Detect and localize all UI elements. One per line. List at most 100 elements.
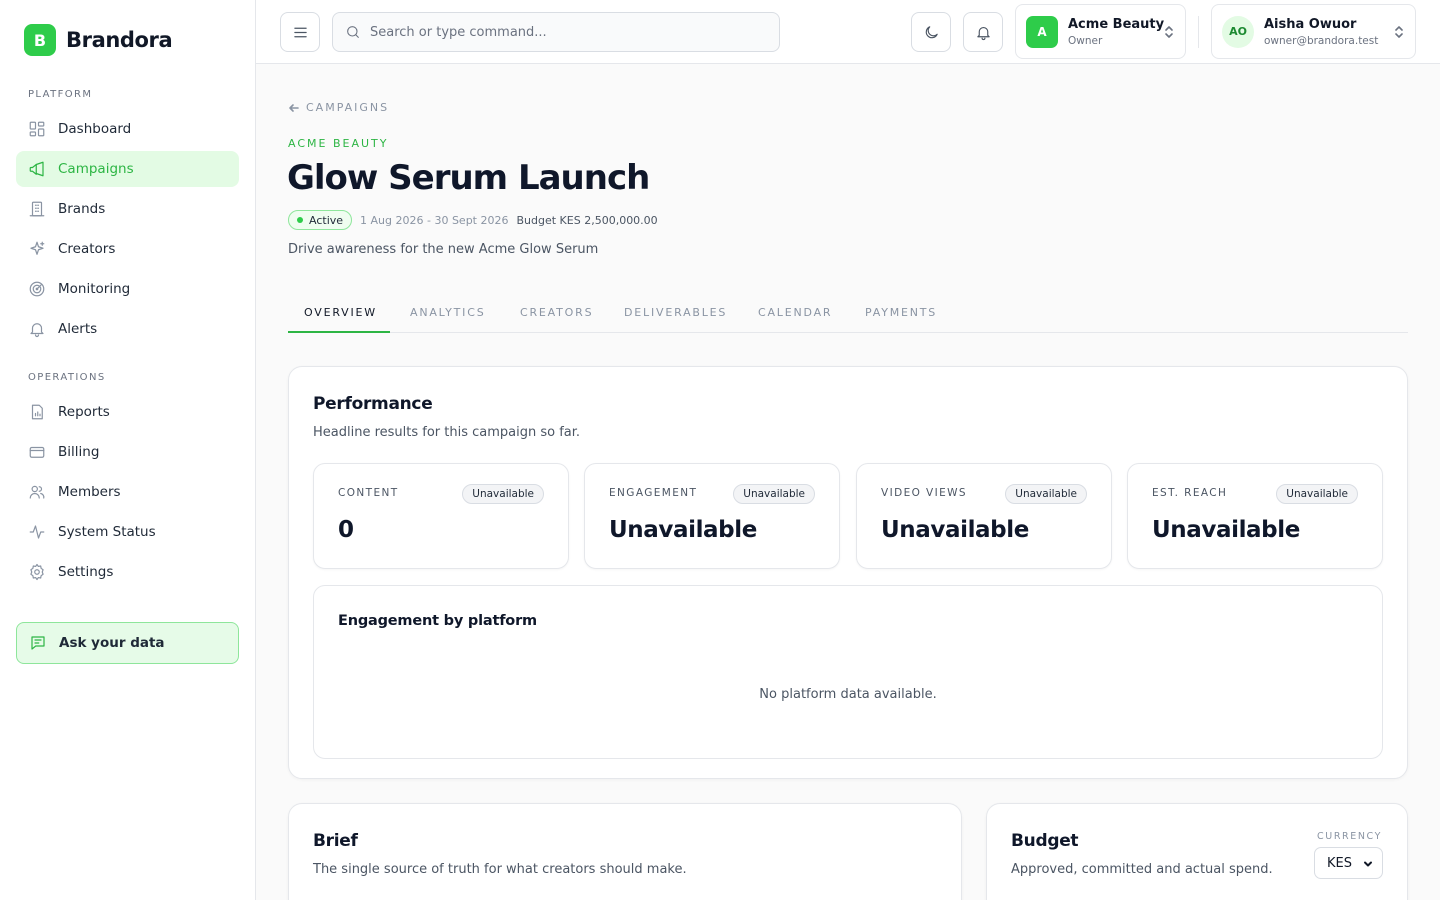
moon-icon <box>925 25 938 38</box>
stat-value: Unavailable <box>881 517 1029 543</box>
brief-subtitle: The single source of truth for what crea… <box>313 862 687 877</box>
back-to-campaigns-link[interactable]: CAMPAIGNS <box>288 101 389 114</box>
performance-title: Performance <box>313 394 433 414</box>
user-avatar: AO <box>1222 15 1254 48</box>
tab-deliverables[interactable]: DELIVERABLES <box>624 296 727 333</box>
stat-value: Unavailable <box>1152 517 1300 543</box>
sidebar-item-label: Billing <box>58 444 100 460</box>
stat-badge: Unavailable <box>1005 484 1087 504</box>
sidebar-item-brands[interactable]: Brands <box>16 191 239 227</box>
back-label: CAMPAIGNS <box>306 101 390 114</box>
megaphone-icon <box>29 161 44 177</box>
workspace-switcher[interactable]: A Acme Beauty Owner <box>1015 4 1186 59</box>
sidebar-item-campaigns[interactable]: Campaigns <box>16 151 239 187</box>
sidebar-item-members[interactable]: Members <box>16 474 239 510</box>
nav-section-platform: PLATFORM <box>28 89 93 100</box>
brief-title: Brief <box>313 831 358 851</box>
topbar-divider <box>1198 16 1199 48</box>
currency-label: CURRENCY <box>1317 831 1382 842</box>
campaign-brand: ACME BEAUTY <box>288 137 389 150</box>
status-dot <box>297 217 303 223</box>
campaign-tabs: OVERVIEW ANALYTICS CREATORS DELIVERABLES… <box>288 296 1408 333</box>
search-bar[interactable] <box>332 12 780 52</box>
ask-your-data-button[interactable]: Ask your data <box>16 622 239 664</box>
bell-icon <box>30 323 44 338</box>
user-name: Aisha Owuor <box>1264 16 1357 32</box>
platform-title: Engagement by platform <box>338 613 537 629</box>
sidebar-item-label: Dashboard <box>58 121 132 137</box>
sidebar: B Brandora PLATFORM Dashboard Campaigns … <box>0 0 256 900</box>
dashboard-icon <box>29 121 45 137</box>
stat-value: Unavailable <box>609 517 757 543</box>
search-input[interactable] <box>370 24 750 40</box>
brand-logo[interactable]: B Brandora <box>24 24 173 56</box>
chevron-up-down-icon <box>1165 26 1173 38</box>
page-title: Glow Serum Launch <box>287 158 650 198</box>
app-name: Brandora <box>66 28 173 52</box>
stat-content: CONTENT Unavailable 0 <box>313 463 569 569</box>
status-badge: Active <box>288 210 353 230</box>
sidebar-item-label: Members <box>58 484 121 500</box>
ask-your-data-label: Ask your data <box>59 635 165 651</box>
sidebar-item-reports[interactable]: Reports <box>16 394 239 430</box>
sidebar-item-creators[interactable]: Creators <box>16 231 239 267</box>
arrow-left-icon <box>289 103 299 112</box>
main-content: CAMPAIGNS ACME BEAUTY Glow Serum Launch … <box>256 64 1440 900</box>
tab-creators[interactable]: CREATORS <box>520 296 593 333</box>
sidebar-item-label: Campaigns <box>58 161 134 177</box>
tab-overview[interactable]: OVERVIEW <box>288 296 390 333</box>
budget-card: Budget Approved, committed and actual sp… <box>986 803 1408 900</box>
platform-empty-state: No platform data available. <box>759 687 937 702</box>
workspace-name: Acme Beauty <box>1068 16 1165 32</box>
sidebar-item-monitoring[interactable]: Monitoring <box>16 271 239 307</box>
report-icon <box>31 404 43 420</box>
stat-label: VIDEO VIEWS <box>881 487 967 499</box>
nav-section-operations: OPERATIONS <box>28 372 106 383</box>
sidebar-item-system-status[interactable]: System Status <box>16 514 239 550</box>
search-icon <box>347 26 359 38</box>
hamburger-icon <box>293 27 307 37</box>
sidebar-item-label: Monitoring <box>58 281 131 297</box>
sidebar-item-label: System Status <box>58 524 156 540</box>
engagement-by-platform-card: Engagement by platform No platform data … <box>313 585 1383 759</box>
sidebar-item-settings[interactable]: Settings <box>16 554 239 590</box>
campaign-meta: Active 1 Aug 2026 - 30 Sept 2026 Budget … <box>288 210 658 230</box>
sidebar-item-label: Brands <box>58 201 106 217</box>
tab-payments[interactable]: PAYMENTS <box>865 296 937 333</box>
budget-title: Budget <box>1011 831 1079 851</box>
tab-analytics[interactable]: ANALYTICS <box>410 296 486 333</box>
sidebar-item-dashboard[interactable]: Dashboard <box>16 111 239 147</box>
user-email: owner@brandora.test <box>1264 34 1379 47</box>
campaign-description: Drive awareness for the new Acme Glow Se… <box>288 242 599 257</box>
sidebar-item-label: Reports <box>58 404 110 420</box>
tab-calendar[interactable]: CALENDAR <box>758 296 832 333</box>
sparkles-icon <box>30 241 45 255</box>
user-menu[interactable]: AO Aisha Owuor owner@brandora.test <box>1211 4 1416 59</box>
gear-icon <box>30 563 44 581</box>
sidebar-item-label: Settings <box>58 564 114 580</box>
campaign-dates: 1 Aug 2026 - 30 Sept 2026 <box>360 213 509 227</box>
theme-toggle-button[interactable] <box>911 12 951 52</box>
sidebar-item-label: Creators <box>58 241 116 257</box>
chevron-down-icon <box>1364 861 1372 867</box>
stat-value: 0 <box>338 517 354 543</box>
logo-mark: B <box>24 24 56 56</box>
stat-engagement: ENGAGEMENT Unavailable Unavailable <box>584 463 840 569</box>
topbar: A Acme Beauty Owner AO Aisha Owuor owner… <box>256 0 1440 64</box>
chat-icon <box>31 636 45 650</box>
status-label: Active <box>309 213 344 227</box>
notifications-button[interactable] <box>963 12 1003 52</box>
performance-card: Performance Headline results for this ca… <box>288 366 1408 779</box>
sidebar-item-billing[interactable]: Billing <box>16 434 239 470</box>
sidebar-item-label: Alerts <box>58 321 98 337</box>
building-icon <box>29 201 45 217</box>
stat-label: EST. REACH <box>1152 487 1228 499</box>
currency-select[interactable]: KES <box>1314 847 1383 879</box>
chevron-up-down-icon <box>1395 26 1403 38</box>
workspace-role: Owner <box>1068 34 1103 47</box>
menu-toggle-button[interactable] <box>280 12 320 52</box>
bell-icon <box>976 26 990 40</box>
stat-label: CONTENT <box>338 487 399 499</box>
credit-card-icon <box>29 446 45 458</box>
sidebar-item-alerts[interactable]: Alerts <box>16 311 239 347</box>
